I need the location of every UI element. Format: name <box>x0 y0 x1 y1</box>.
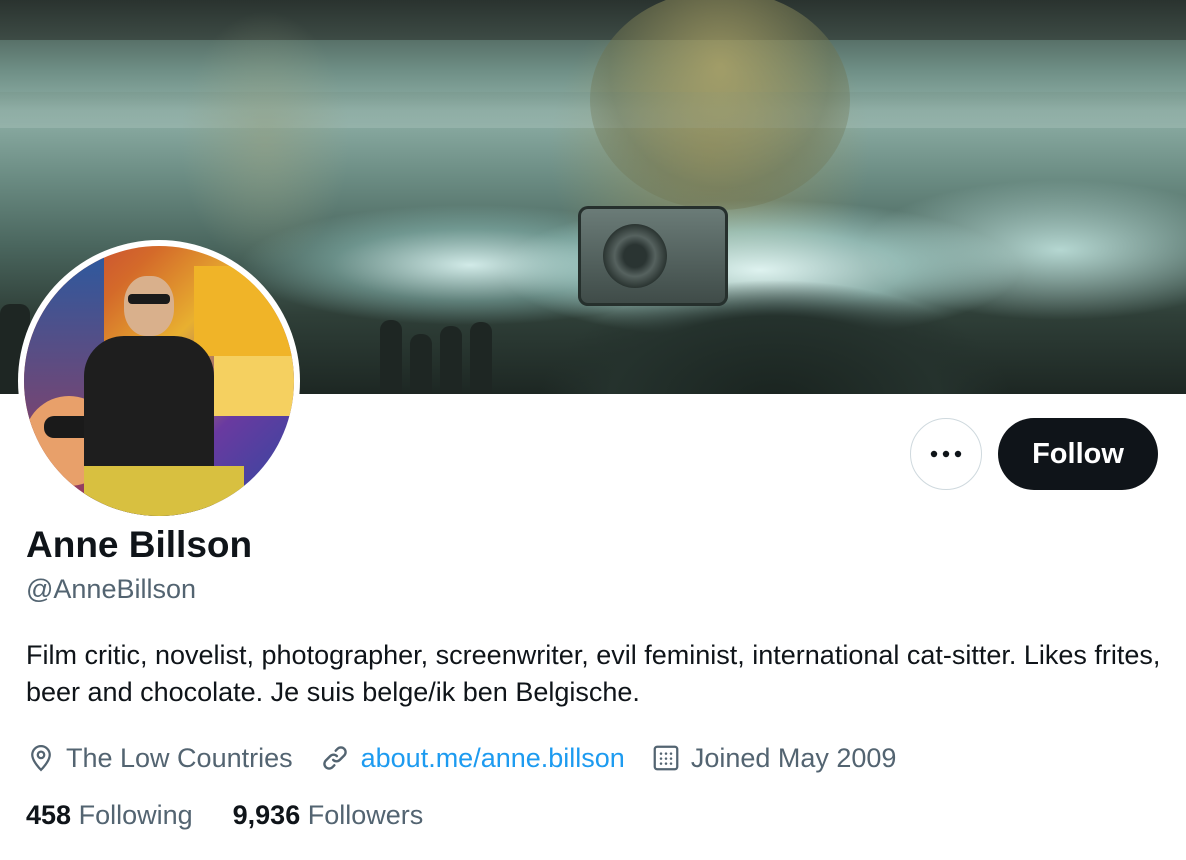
profile-joined: Joined May 2009 <box>651 742 897 774</box>
profile-meta-row: The Low Countries about.me/anne.billson … <box>26 738 922 778</box>
banner-crowd-figure <box>380 320 402 394</box>
profile-avatar[interactable] <box>18 240 300 522</box>
location-pin-icon <box>31 744 51 772</box>
banner-crowd-figure <box>410 334 432 394</box>
joined-text: Joined May 2009 <box>690 742 897 773</box>
following-label: Following <box>78 800 193 830</box>
calendar-icon <box>653 745 679 771</box>
avatar-stage <box>84 466 244 516</box>
more-options-button[interactable] <box>910 418 982 490</box>
profile-name: Anne Billson <box>26 524 253 565</box>
avatar-person-head <box>124 276 174 336</box>
following-count: 458 <box>26 800 72 830</box>
banner-crowd-figure <box>470 322 492 394</box>
following-link[interactable]: 458 Following <box>26 800 193 831</box>
avatar-photo <box>24 246 294 516</box>
follow-button[interactable]: Follow <box>998 418 1158 490</box>
website-link[interactable]: about.me/anne.billson <box>361 743 625 774</box>
followers-link[interactable]: 9,936 Followers <box>233 800 424 831</box>
avatar-poster-sign-lower <box>214 356 294 416</box>
profile-website[interactable]: about.me/anne.billson <box>319 742 625 774</box>
banner-hand <box>180 10 350 270</box>
ellipsis-icon <box>930 450 962 458</box>
banner-camera-lens <box>603 224 667 288</box>
banner-crowd-figure <box>440 326 462 394</box>
profile-stats: 458 Following 9,936 Followers <box>26 800 463 831</box>
profile-handle: @AnneBillson <box>26 574 197 604</box>
link-icon <box>322 746 347 770</box>
banner-head <box>590 0 850 210</box>
banner-ceiling <box>0 0 1186 40</box>
followers-label: Followers <box>307 800 424 830</box>
profile-location: The Low Countries <box>26 743 293 774</box>
avatar-sunglasses <box>128 294 170 304</box>
followers-count: 9,936 <box>232 800 301 830</box>
profile-bio: Film critic, novelist, photographer, scr… <box>26 640 1161 707</box>
avatar-poster-sign <box>194 266 294 356</box>
location-text: The Low Countries <box>66 742 293 773</box>
